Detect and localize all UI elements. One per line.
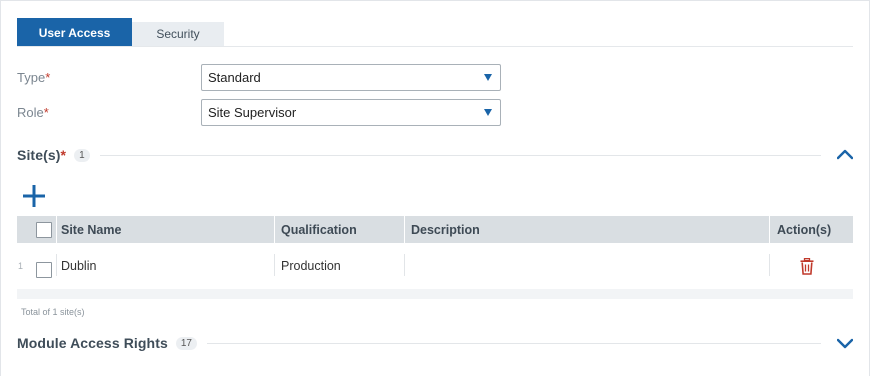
section-divider [206, 342, 821, 344]
role-label: Role* [17, 105, 49, 120]
cell-site-name: Dublin [61, 259, 97, 273]
module-section-title: Module Access Rights [17, 335, 168, 351]
sites-count-badge: 1 [74, 148, 90, 162]
column-separator [769, 254, 770, 276]
tab-user-access[interactable]: User Access [17, 18, 132, 47]
column-separator [274, 216, 275, 243]
sites-section-header: Site(s)* 1 [17, 145, 853, 165]
delete-button[interactable] [800, 243, 814, 289]
role-label-text: Role [17, 105, 44, 120]
sites-section-title: Site(s)* [17, 147, 66, 163]
trash-icon [800, 257, 814, 275]
column-separator [404, 216, 405, 243]
add-site-button[interactable] [20, 182, 48, 210]
role-select[interactable]: Site Supervisor [201, 99, 501, 126]
row-checkbox[interactable] [36, 261, 52, 278]
caret-down-icon [484, 74, 492, 81]
required-mark: * [60, 147, 67, 163]
header-description[interactable]: Description [411, 216, 480, 243]
column-separator [56, 216, 57, 243]
module-count-badge: 17 [175, 336, 197, 350]
column-separator [274, 254, 275, 276]
chevron-up-icon[interactable] [837, 147, 853, 163]
table-footer [17, 289, 853, 299]
sites-title-text: Site(s) [17, 147, 61, 163]
module-section-header: Module Access Rights 17 [17, 333, 853, 353]
section-divider [99, 154, 821, 156]
required-mark: * [43, 105, 49, 120]
select-all-checkbox[interactable] [36, 222, 52, 238]
chevron-down-icon[interactable] [837, 335, 853, 351]
tab-divider [17, 46, 853, 47]
type-label: Type* [17, 70, 50, 85]
tab-security[interactable]: Security [132, 22, 224, 47]
cell-qualification: Production [281, 259, 341, 273]
column-separator [404, 254, 405, 276]
header-actions: Action(s) [777, 222, 832, 237]
page-frame [0, 0, 870, 376]
sites-table: Site Name Qualification Description Acti… [17, 216, 853, 299]
tab-bar: User Access Security [17, 18, 224, 47]
column-separator [56, 254, 57, 276]
row-number: 1 [18, 261, 24, 271]
type-label-text: Type [17, 70, 46, 85]
required-mark: * [45, 70, 51, 85]
type-select[interactable]: Standard [201, 64, 501, 91]
header-qualification[interactable]: Qualification [281, 216, 357, 243]
role-select-value: Site Supervisor [208, 105, 297, 120]
caret-down-icon [484, 109, 492, 116]
total-count-text: Total of 1 site(s) [21, 307, 85, 317]
header-site-name[interactable]: Site Name [61, 216, 121, 243]
column-separator [769, 216, 770, 243]
table-row[interactable]: 1 Dublin Production [17, 243, 853, 289]
table-header: Site Name Qualification Description Acti… [17, 216, 853, 243]
type-select-value: Standard [208, 70, 261, 85]
plus-icon [23, 185, 45, 207]
